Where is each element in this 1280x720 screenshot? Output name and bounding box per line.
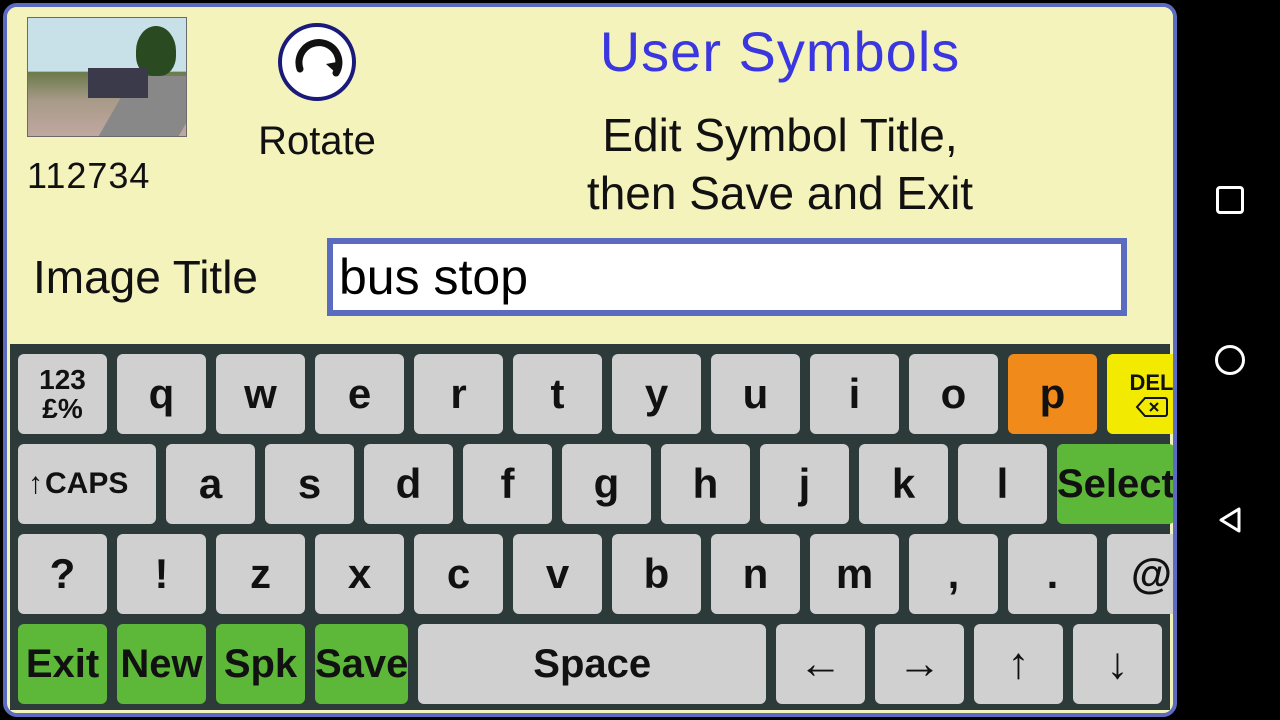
key-q[interactable]: q [117,354,206,434]
title-field-label: Image Title [27,250,327,304]
instruction-line-1: Edit Symbol Title, [407,108,1153,162]
key-v[interactable]: v [513,534,602,614]
caps-label: CAPS [45,467,128,501]
key-select[interactable]: Select [1057,444,1175,524]
square-icon [1216,186,1244,214]
android-nav-bar [1180,0,1280,720]
exit-button[interactable]: Exit [18,624,107,704]
title-input[interactable] [339,248,1115,306]
key-arrow-up[interactable]: ↑ [974,624,1063,704]
key-h[interactable]: h [661,444,750,524]
key-w[interactable]: w [216,354,305,434]
key-j[interactable]: j [760,444,849,524]
key-e[interactable]: e [315,354,404,434]
key-arrow-right[interactable]: → [875,624,964,704]
key-b[interactable]: b [612,534,701,614]
key-question[interactable]: ? [18,534,107,614]
rotate-label: Rotate [227,119,407,164]
backspace-icon [1135,396,1169,418]
key-r[interactable]: r [414,354,503,434]
triangle-back-icon [1215,505,1245,535]
key-x[interactable]: x [315,534,404,614]
key-caps[interactable]: ↑ CAPS [18,444,156,524]
key-c[interactable]: c [414,534,503,614]
speak-button[interactable]: Spk [216,624,305,704]
caps-arrow-icon: ↑ [28,467,43,501]
key-m[interactable]: m [810,534,899,614]
key-space[interactable]: Space [418,624,766,704]
delete-label: DEL [1130,370,1174,396]
key-period[interactable]: . [1008,534,1097,614]
key-p[interactable]: p [1008,354,1097,434]
key-l[interactable]: l [958,444,1047,524]
key-i[interactable]: i [810,354,899,434]
key-g[interactable]: g [562,444,651,524]
page-title: User Symbols [407,19,1153,84]
instruction-line-2: then Save and Exit [407,166,1153,220]
key-exclaim[interactable]: ! [117,534,206,614]
key-arrow-left[interactable]: ← [776,624,865,704]
key-at[interactable]: @ [1107,534,1177,614]
key-f[interactable]: f [463,444,552,524]
key-comma[interactable]: , [909,534,998,614]
rotate-icon[interactable] [278,23,356,101]
title-input-wrap[interactable] [327,238,1127,316]
nav-back-button[interactable] [1208,498,1252,542]
key-u[interactable]: u [711,354,800,434]
key-n[interactable]: n [711,534,800,614]
on-screen-keyboard: 123 £% q w e r t y u i o p DEL [10,344,1170,710]
symbol-thumbnail[interactable] [27,17,187,137]
key-s[interactable]: s [265,444,354,524]
nav-overview-button[interactable] [1208,178,1252,222]
key-d[interactable]: d [364,444,453,524]
nav-home-button[interactable] [1208,338,1252,382]
key-o[interactable]: o [909,354,998,434]
circle-icon [1215,345,1245,375]
key-delete[interactable]: DEL [1107,354,1177,434]
key-y[interactable]: y [612,354,701,434]
key-z[interactable]: z [216,534,305,614]
image-id: 112734 [27,155,227,197]
new-button[interactable]: New [117,624,206,704]
key-arrow-down[interactable]: ↓ [1073,624,1162,704]
app-window: 112734 Rotate User Symbols Edit Symbol T… [3,3,1177,717]
editor-pane: 112734 Rotate User Symbols Edit Symbol T… [7,7,1173,334]
save-button[interactable]: Save [315,624,408,704]
key-symbols[interactable]: 123 £% [18,354,107,434]
key-a[interactable]: a [166,444,255,524]
key-k[interactable]: k [859,444,948,524]
key-t[interactable]: t [513,354,602,434]
